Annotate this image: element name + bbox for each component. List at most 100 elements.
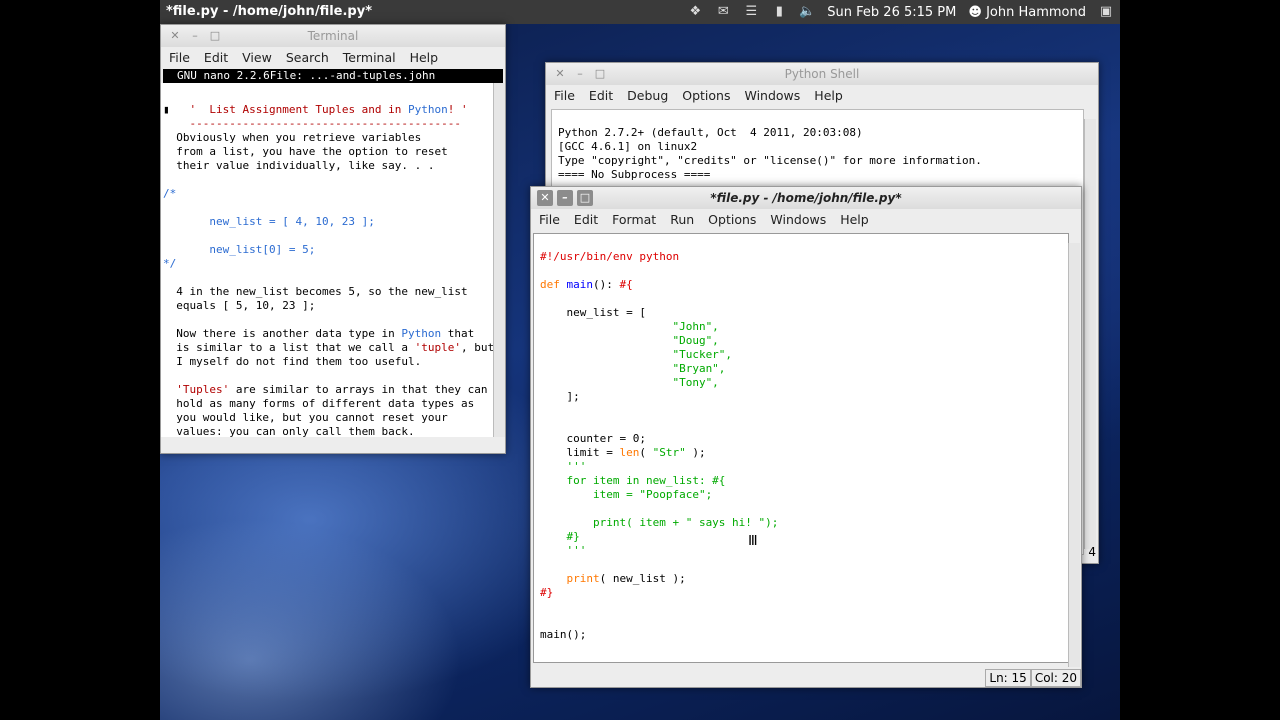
terminal-title: Terminal: [307, 29, 359, 43]
shell-side-number: 4: [1088, 545, 1096, 559]
nano-text-area[interactable]: ▮ ' List Assignment Tuples and in Python…: [161, 83, 505, 438]
terminal-titlebar[interactable]: ✕ – □ Terminal: [161, 25, 505, 47]
nano-line: from a list, you have the option to rese…: [163, 145, 448, 158]
nano-line: /*: [163, 187, 177, 200]
code-line: limit = len( "Str" );: [540, 446, 706, 459]
menu-view[interactable]: View: [242, 47, 272, 69]
nano-line: [163, 229, 505, 243]
menu-format[interactable]: Format: [612, 209, 656, 231]
code-line: print( new_list );: [566, 572, 686, 585]
close-icon[interactable]: ✕: [537, 190, 553, 206]
minimize-icon[interactable]: –: [187, 28, 203, 44]
menu-run[interactable]: Run: [670, 209, 694, 231]
user-name: John Hammond: [986, 4, 1086, 20]
maximize-icon[interactable]: □: [592, 66, 608, 82]
menu-edit[interactable]: Edit: [204, 47, 228, 69]
editor-window: ✕ – □ *file.py - /home/john/file.py* Fil…: [530, 186, 1082, 688]
code-line: #}: [540, 530, 580, 543]
menu-help[interactable]: Help: [410, 47, 439, 69]
editor-scrollbar[interactable]: [1068, 243, 1080, 667]
top-panel: *file.py - /home/john/file.py* ❖ ✉ ☰ ▮ 🔈…: [160, 0, 1120, 24]
menu-debug[interactable]: Debug: [627, 85, 668, 107]
code-line: #}: [540, 586, 554, 599]
code-line: def main(): #{: [540, 278, 633, 291]
clock[interactable]: Sun Feb 26 5:15 PM: [827, 5, 956, 20]
column-number: Col: 20: [1030, 669, 1081, 687]
minimize-icon[interactable]: –: [557, 190, 573, 206]
network-signal-icon[interactable]: ▮: [771, 5, 787, 19]
clipboard-icon[interactable]: ☰: [743, 5, 759, 19]
monitor-icon[interactable]: ▣: [1098, 5, 1114, 19]
nano-line: [163, 173, 505, 187]
menu-file[interactable]: File: [169, 47, 190, 69]
nano-line: Now there is another data type in Python…: [163, 327, 475, 340]
menu-help[interactable]: Help: [840, 209, 869, 231]
code-editor[interactable]: #!/usr/bin/env python def main(): #{ new…: [533, 233, 1069, 663]
nano-line: Obviously when you retrieve variables: [163, 131, 422, 144]
volume-icon[interactable]: 🔈: [799, 5, 815, 19]
menu-terminal[interactable]: Terminal: [343, 47, 396, 69]
code-line: "Doug",: [540, 334, 719, 347]
active-app-title[interactable]: *file.py - /home/john/file.py*: [166, 4, 372, 19]
code-line: "Bryan",: [540, 362, 726, 375]
system-tray: ❖ ✉ ☰ ▮ 🔈 Sun Feb 26 5:15 PM ☻ John Hamm…: [687, 2, 1114, 22]
nano-line: 'Tuples' are similar to arrays in that t…: [176, 383, 488, 396]
terminal-menubar: File Edit View Search Terminal Help: [161, 47, 505, 69]
menu-file[interactable]: File: [539, 209, 560, 231]
menu-edit[interactable]: Edit: [574, 209, 598, 231]
menu-windows[interactable]: Windows: [770, 209, 826, 231]
menu-windows[interactable]: Windows: [744, 85, 800, 107]
nano-line: their value individually, like say. . .: [163, 159, 435, 172]
close-icon[interactable]: ✕: [552, 66, 568, 82]
nano-status-bar: GNU nano 2.2.6File: ...-and-tuples.john: [163, 69, 503, 83]
code-line: main();: [540, 628, 587, 641]
user-icon: ☻: [968, 4, 982, 20]
text-cursor-icon: Ⅲ: [748, 533, 758, 549]
shell-line: Type "copyright", "credits" or "license(…: [558, 154, 982, 167]
code-line: new_list = [: [540, 306, 646, 319]
code-line: ''': [540, 460, 587, 473]
nano-line: [163, 369, 505, 383]
menu-options[interactable]: Options: [708, 209, 756, 231]
editor-title: *file.py - /home/john/file.py*: [710, 191, 902, 205]
nano-line: new_list = [ 4, 10, 23 ];: [163, 215, 375, 228]
nano-line: I myself do not find them too useful.: [163, 355, 422, 368]
close-icon[interactable]: ✕: [167, 28, 183, 44]
code-line: item = "Poopface";: [540, 488, 713, 501]
nano-line: values: you can only call them back.: [163, 425, 415, 438]
shell-line: ==== No Subprocess ====: [558, 168, 711, 181]
editor-titlebar[interactable]: ✕ – □ *file.py - /home/john/file.py*: [531, 187, 1081, 209]
code-line: "Tucker",: [540, 348, 733, 361]
nano-line: new_list[0] = 5;: [163, 243, 316, 256]
dropbox-icon[interactable]: ❖: [687, 5, 703, 19]
shell-scrollbar[interactable]: [1084, 119, 1096, 549]
nano-line: ----------------------------------------…: [163, 117, 462, 130]
maximize-icon[interactable]: □: [207, 28, 223, 44]
menu-edit[interactable]: Edit: [589, 85, 613, 107]
user-menu[interactable]: ☻ John Hammond: [968, 5, 1086, 20]
minimize-icon[interactable]: –: [572, 66, 588, 82]
code-line: ];: [540, 390, 580, 403]
menu-help[interactable]: Help: [814, 85, 843, 107]
code-line: ''': [540, 544, 587, 557]
nano-line: [163, 271, 505, 285]
mail-icon[interactable]: ✉: [715, 5, 731, 19]
terminal-scrollbar[interactable]: [493, 83, 505, 437]
menu-options[interactable]: Options: [682, 85, 730, 107]
code-line: "Tony",: [540, 376, 719, 389]
nano-line: is similar to a list that we call a 'tup…: [163, 341, 495, 354]
nano-line: [163, 201, 505, 215]
menu-search[interactable]: Search: [286, 47, 329, 69]
maximize-icon[interactable]: □: [577, 190, 593, 206]
terminal-window: ✕ – □ Terminal File Edit View Search Ter…: [160, 24, 506, 454]
menu-file[interactable]: File: [554, 85, 575, 107]
code-line: "John",: [540, 320, 719, 333]
shell-titlebar[interactable]: ✕ – □ Python Shell: [546, 63, 1098, 85]
editor-statusbar: Ln: 15 Col: 20: [985, 669, 1081, 687]
